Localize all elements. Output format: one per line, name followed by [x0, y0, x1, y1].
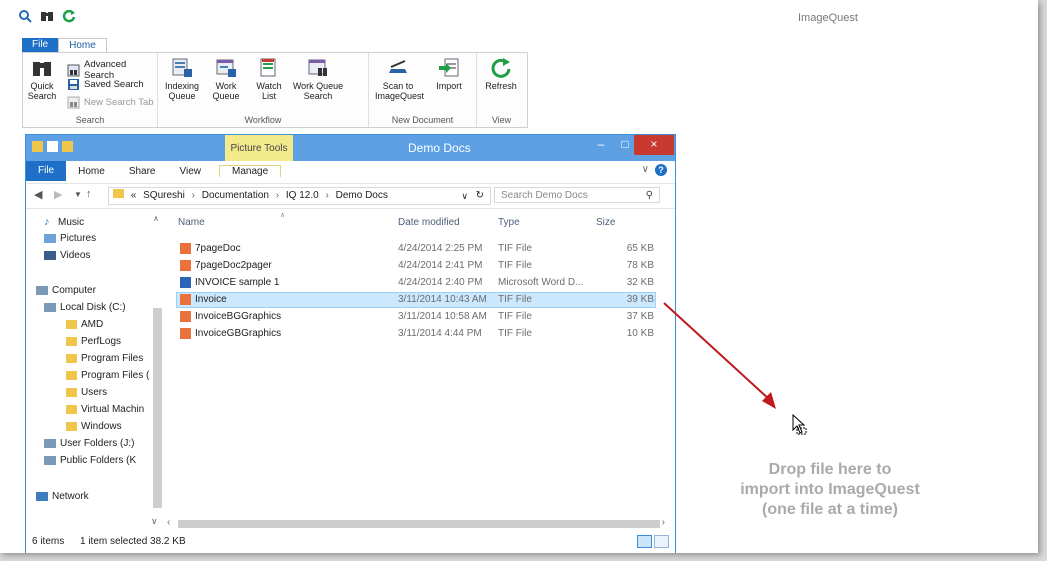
imagequest-window: ImageQuest File Home Quick Search Advanc… [0, 0, 1038, 553]
drop-zone-line-3: (one file at a time) [761, 501, 899, 518]
drop-zone-line-1: Drop file here to [768, 461, 892, 478]
drag-arrow-line [663, 302, 771, 401]
drag-cursor-icon [792, 413, 808, 439]
drop-zone-instructions[interactable]: Drop file here to import into ImageQuest… [695, 460, 965, 520]
drop-zone-line-2: import into ImageQuest [740, 481, 920, 498]
